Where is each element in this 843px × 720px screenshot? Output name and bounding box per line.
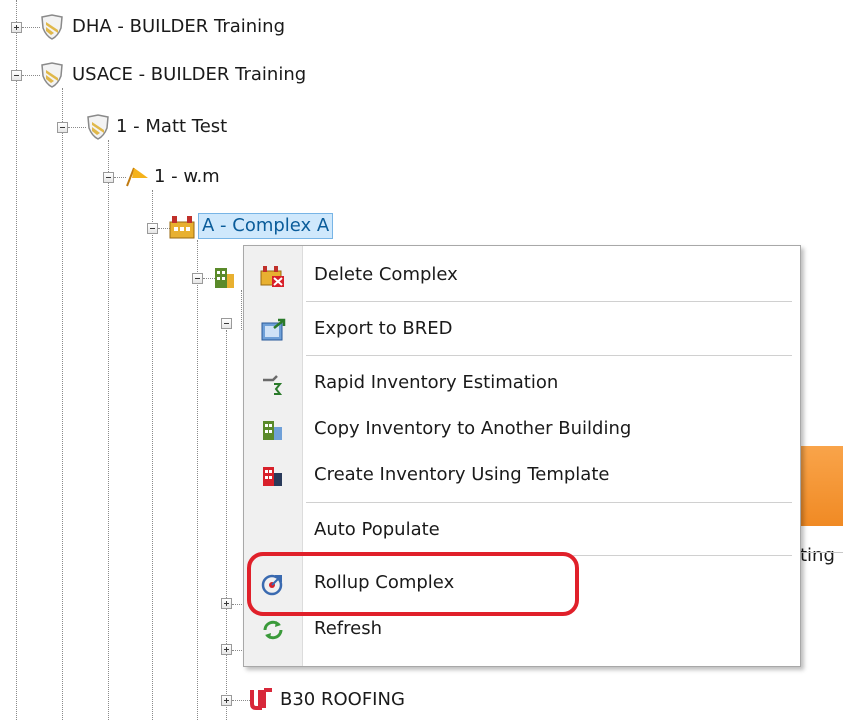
tree-guide-line [22, 75, 40, 76]
tree-item-label[interactable]: B30 ROOFING [280, 688, 405, 712]
menu-item-label: Rapid Inventory Estimation [314, 372, 559, 393]
flag-icon [126, 167, 148, 187]
menu-separator [306, 355, 792, 356]
tree-guide-line [241, 290, 242, 330]
tree-item-label[interactable]: USACE - BUILDER Training [72, 63, 306, 87]
tree-guide-line [68, 127, 86, 128]
delete-complex-icon [260, 266, 284, 287]
menu-item-label: Refresh [314, 618, 382, 639]
template-icon [263, 467, 282, 486]
tree-guide-line [108, 140, 109, 720]
expand-toggle[interactable] [221, 598, 232, 609]
collapse-toggle[interactable] [221, 318, 232, 329]
tree-guide-line [22, 27, 40, 28]
tree-guide-line [226, 330, 227, 720]
copy-inventory-icon [263, 421, 282, 440]
collapse-toggle[interactable] [192, 273, 203, 284]
menu-item-create-inventory-template[interactable]: Create Inventory Using Template [244, 454, 800, 498]
partial-text: ting [800, 545, 835, 566]
menu-item-label: Auto Populate [314, 519, 440, 540]
shield-icon [87, 114, 109, 140]
expand-toggle[interactable] [221, 644, 232, 655]
complex-icon [169, 216, 195, 239]
refresh-icon [263, 620, 283, 640]
orange-panel [800, 446, 843, 526]
tree-item-label[interactable]: 1 - Matt Test [116, 115, 227, 139]
menu-separator [306, 502, 792, 503]
menu-item-label: Export to BRED [314, 318, 453, 339]
menu-item-label: Create Inventory Using Template [314, 464, 610, 485]
tree-guide-line [62, 88, 63, 720]
collapse-toggle[interactable] [103, 172, 114, 183]
pipe-icon [250, 688, 272, 710]
menu-item-copy-inventory[interactable]: Copy Inventory to Another Building [244, 408, 800, 452]
menu-item-label: Copy Inventory to Another Building [314, 418, 632, 439]
tree-guide-line [152, 190, 153, 720]
tree-item-label[interactable]: DHA - BUILDER Training [72, 15, 285, 39]
menu-item-label: Delete Complex [314, 264, 458, 285]
estimation-icon [263, 375, 283, 395]
tree-guide-line [16, 0, 17, 720]
tree-guide-line [197, 240, 198, 720]
collapse-toggle[interactable] [57, 122, 68, 133]
shield-icon [41, 62, 63, 88]
tree-item-label-selected[interactable]: A - Complex A [198, 213, 334, 239]
expand-toggle[interactable] [11, 22, 22, 33]
menu-item-export-to-bred[interactable]: Export to BRED [244, 308, 800, 352]
menu-item-delete-complex[interactable]: Delete Complex [244, 254, 800, 298]
menu-item-rapid-inventory-estimation[interactable]: Rapid Inventory Estimation [244, 362, 800, 406]
menu-separator [306, 301, 792, 302]
menu-item-auto-populate[interactable]: Auto Populate [244, 509, 800, 553]
collapse-toggle[interactable] [147, 223, 158, 234]
expand-toggle[interactable] [221, 695, 232, 706]
building-icon [215, 268, 234, 288]
tree-item-label[interactable]: 1 - w.m [154, 165, 220, 189]
highlight-annotation [247, 552, 579, 616]
export-icon [261, 318, 286, 341]
collapse-toggle[interactable] [11, 70, 22, 81]
shield-icon [41, 14, 63, 40]
